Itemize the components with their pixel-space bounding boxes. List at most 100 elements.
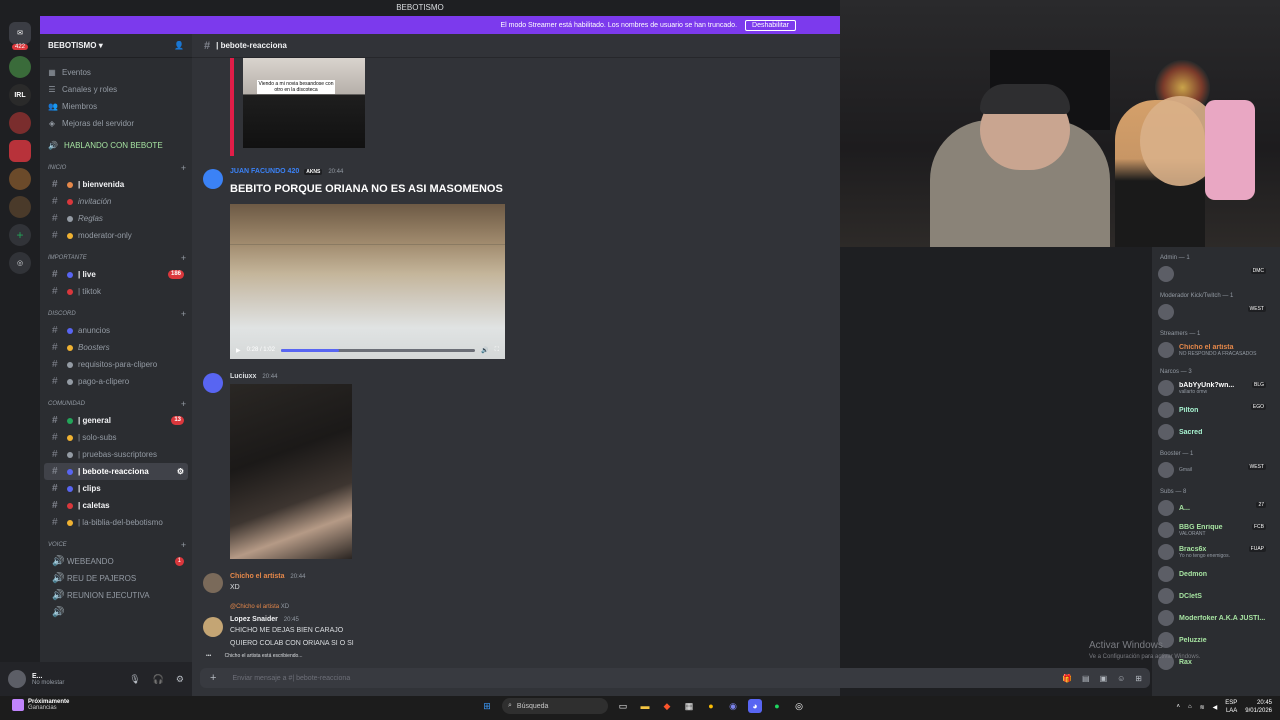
add-channel-icon[interactable]: + — [181, 399, 186, 409]
fullscreen-icon[interactable]: ⛶ — [495, 347, 499, 354]
wifi-icon[interactable]: ≋ — [1200, 704, 1205, 711]
member-item[interactable]: WEST — [1152, 301, 1280, 323]
channel-item[interactable]: # | solo-subs — [44, 429, 188, 446]
discover-icon[interactable]: ◎ — [9, 252, 31, 274]
channel-item[interactable]: # | clips — [44, 480, 188, 497]
channel-item[interactable]: # | bienvenida — [44, 176, 188, 193]
member-item[interactable]: Chicho el artista NO RESPONDO A FRACASADO… — [1152, 339, 1280, 361]
server-icon-irl[interactable]: IRL — [9, 84, 31, 106]
channel-settings-gear-icon[interactable]: ⚙ — [177, 467, 184, 476]
channel-item[interactable]: # | live 186 — [44, 266, 188, 283]
spotify-icon[interactable]: ● — [770, 699, 784, 713]
member-item[interactable]: 27 A... — [1152, 497, 1280, 519]
volume-icon[interactable]: 🔊 — [481, 347, 488, 354]
gif-icon[interactable]: ▤ — [1082, 674, 1090, 683]
author-name[interactable]: JUAN FACUNDO 420 — [230, 168, 299, 175]
image-attachment[interactable] — [230, 384, 352, 559]
taskbar-widget[interactable]: Próximamente Ganancias — [12, 699, 69, 711]
add-channel-icon[interactable]: + — [181, 163, 186, 173]
sidebar-nav-item[interactable]: 👥 Miembros — [40, 98, 192, 115]
server-icon-4[interactable] — [9, 196, 31, 218]
sidebar-nav-item[interactable]: ☰ Canales y roles — [40, 81, 192, 98]
channel-item[interactable]: # moderator-only — [44, 227, 188, 244]
taskbar-search[interactable]: ⌕ Búsqueda — [502, 698, 608, 714]
channel-category[interactable]: VOICE + — [40, 537, 192, 553]
server-icon-3[interactable] — [9, 168, 31, 190]
chevron-up-icon[interactable]: ˄ — [1176, 704, 1180, 710]
channel-item[interactable]: 🔊 — [44, 604, 188, 621]
network-icon[interactable]: ⌂ — [1188, 704, 1192, 710]
disable-streamer-button[interactable]: Deshabilitar — [745, 19, 796, 31]
teams-icon[interactable]: ◉ — [726, 699, 740, 713]
sticker-icon[interactable]: ▣ — [1100, 674, 1108, 683]
message-input[interactable]: + Enviar mensaje a #| bebote-reacciona 🎁… — [200, 668, 1150, 688]
author-name[interactable]: Chicho el artista — [230, 573, 284, 580]
channel-item[interactable]: 🔊 WEBEANDO 1 — [44, 553, 188, 570]
message-author[interactable]: JUAN FACUNDO 420 AKNS 20:44 — [230, 168, 343, 175]
language-indicator[interactable]: ESP LAA — [1225, 699, 1237, 715]
settings-gear-icon[interactable]: ⚙ — [176, 674, 184, 685]
add-server-icon[interactable]: + — [9, 224, 31, 246]
channel-item[interactable]: 🔊 REU DE PAJEROS — [44, 570, 188, 587]
file-explorer-icon[interactable]: ▬ — [638, 699, 652, 713]
avatar[interactable] — [203, 617, 223, 637]
direct-messages-icon[interactable]: ✉ — [9, 22, 31, 44]
channel-category[interactable]: IMPORTANTE + — [40, 250, 192, 266]
channel-category[interactable]: COMUNIDAD + — [40, 396, 192, 412]
member-item[interactable]: DCletS — [1152, 585, 1280, 607]
channel-item[interactable]: # anuncios — [44, 322, 188, 339]
author-name[interactable]: Lopez Snaider — [230, 616, 278, 623]
discord-icon[interactable]: ◕ — [748, 699, 762, 713]
gift-icon[interactable]: 🎁 — [1062, 674, 1072, 683]
avatar[interactable] — [203, 169, 223, 189]
channel-item[interactable]: # | general 13 — [44, 412, 188, 429]
calculator-icon[interactable]: ▦ — [682, 699, 696, 713]
add-channel-icon[interactable]: + — [181, 540, 186, 550]
add-channel-icon[interactable]: + — [181, 309, 186, 319]
special-channel-hablando[interactable]: 🔊 HABLANDO CON BEBOTE — [40, 136, 192, 154]
message-author[interactable]: Lopez Snaider 20:45 — [230, 616, 299, 623]
obs-icon[interactable]: ◎ — [792, 699, 806, 713]
apps-icon[interactable]: ⊞ — [1135, 674, 1142, 683]
windows-start-icon[interactable]: ⊞ — [480, 699, 494, 713]
microphone-icon[interactable]: 🎙 — [129, 674, 140, 685]
avatar[interactable] — [203, 573, 223, 593]
server-icon-2[interactable] — [9, 112, 31, 134]
channel-item[interactable]: # Boosters — [44, 339, 188, 356]
message-author[interactable]: Luciuxx 20:44 — [230, 373, 277, 380]
channel-item[interactable]: # | tiktok — [44, 283, 188, 300]
reply-to[interactable]: @Chicho el artista — [230, 604, 279, 610]
channel-item[interactable]: # invitación — [44, 193, 188, 210]
channel-item[interactable]: # pago-a-clipero — [44, 373, 188, 390]
member-item[interactable]: FUAP Bracs6x Yo no tengo enemigos. — [1152, 541, 1280, 563]
member-item[interactable]: Peluzzie — [1152, 629, 1280, 651]
member-item[interactable]: BLG bAbYyUnk?wn... vallarto omw — [1152, 377, 1280, 399]
channel-item[interactable]: 🔊 REUNION EJECUTIVA — [44, 587, 188, 604]
sidebar-nav-item[interactable]: ▦ Eventos — [40, 64, 192, 81]
add-member-icon[interactable]: 👤 — [174, 41, 184, 50]
member-item[interactable]: DMC — [1152, 263, 1280, 285]
headphones-icon[interactable]: 🎧 — [153, 674, 164, 685]
channel-category[interactable]: INICIO + — [40, 160, 192, 176]
channel-item[interactable]: # | pruebas-suscriptores — [44, 446, 188, 463]
message-author[interactable]: Chicho el artista 20:44 — [230, 573, 305, 580]
brave-browser-icon[interactable]: ◆ — [660, 699, 674, 713]
reply-reference[interactable]: @Chicho el artista XD — [230, 604, 289, 610]
channel-item[interactable]: # | la-biblia-del-bebotismo — [44, 514, 188, 531]
avatar[interactable] — [8, 670, 26, 688]
server-name-header[interactable]: BEBOTISMO ▾ 👤 — [40, 34, 192, 58]
add-channel-icon[interactable]: + — [181, 253, 186, 263]
volume-icon[interactable]: ◀ — [1213, 704, 1218, 711]
emoji-icon[interactable]: ☺ — [1117, 674, 1125, 683]
member-item[interactable]: WEST Gmail — [1152, 459, 1280, 481]
chrome-icon[interactable]: ● — [704, 699, 718, 713]
member-item[interactable]: Moderfoker A.K.A JUSTI... — [1152, 607, 1280, 629]
channel-item[interactable]: # Reglas — [44, 210, 188, 227]
channel-item[interactable]: # | bebote-reacciona ⚙ — [44, 463, 188, 480]
add-attachment-icon[interactable]: + — [210, 672, 216, 684]
task-view-icon[interactable]: ▭ — [616, 699, 630, 713]
channel-item[interactable]: # requisitos-para-clipero — [44, 356, 188, 373]
server-icon-1[interactable] — [9, 56, 31, 78]
clock[interactable]: 20:45 9/01/2026 — [1245, 699, 1272, 715]
channel-item[interactable]: # | caletas — [44, 497, 188, 514]
